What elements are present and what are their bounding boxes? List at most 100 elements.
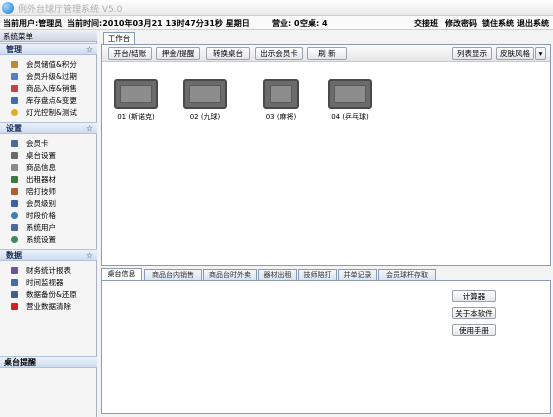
menu-item-table-settings[interactable]: 桌台设置 — [0, 150, 97, 161]
menu-item-system-settings[interactable]: 系统设置 — [0, 234, 97, 245]
menu-item-label: 出租器材 — [26, 175, 56, 184]
calculator-button[interactable]: 计算器 — [452, 290, 496, 302]
collapse-icon[interactable]: ☆ — [86, 44, 93, 55]
exit-system-link[interactable]: 退出系统 — [517, 18, 549, 29]
menu-item-member-upgrade[interactable]: 会员升级&过期 — [0, 71, 97, 82]
menu-item-label: 会员储值&积分 — [26, 60, 77, 69]
bottom-tabs: 桌台信息 商品台内销售 商品台时外卖 器材出租 技师陪打 并单记录 会员球杆存取 — [101, 268, 551, 280]
menu-item-label: 系统用户 — [26, 223, 56, 232]
menu-item-backup[interactable]: 数据备份&还原 — [0, 289, 97, 300]
chart-icon — [11, 97, 18, 104]
table-icon — [11, 152, 18, 159]
table-card-01[interactable]: 01 (斯诺克) — [112, 79, 160, 129]
backup-icon — [11, 291, 18, 298]
tab-table-info[interactable]: 桌台信息 — [101, 268, 142, 280]
skin-button[interactable]: 皮肤风格 — [496, 47, 534, 60]
billiard-table-icon — [114, 79, 158, 109]
about-button[interactable]: 关于本软件 — [452, 307, 496, 319]
tab-takeout-sales[interactable]: 商品台时外卖 — [203, 269, 257, 280]
menu-item-member-recharge[interactable]: 会员储值&积分 — [0, 59, 97, 70]
table-reminder-header: 桌台提醒 — [0, 356, 97, 368]
table-card-03[interactable]: 03 (麻将) — [257, 79, 305, 129]
menu-item-time-monitor[interactable]: 时间监视器 — [0, 277, 97, 288]
sell-card-button[interactable]: 出示会员卡 — [255, 47, 303, 60]
menu-item-label: 灯光控制&测试 — [26, 108, 77, 117]
menu-item-light-control[interactable]: 灯光控制&测试 — [0, 107, 97, 118]
menu-item-label: 时间监视器 — [26, 278, 64, 287]
table-card-04[interactable]: 04 (乒乓球) — [326, 79, 374, 129]
section-manage-header[interactable]: 管理 ☆ — [0, 43, 97, 55]
coin-icon — [11, 61, 18, 68]
tab-workspace[interactable]: 工作台 — [103, 32, 135, 44]
table-label: 03 (麻将) — [265, 113, 297, 121]
refresh-button[interactable]: 刷 新 — [307, 47, 347, 60]
pingpong-table-icon — [328, 79, 372, 109]
menu-item-system-users[interactable]: 系统用户 — [0, 222, 97, 233]
workspace-panel: 开台/结账 押金/提醒 转换桌台 出示会员卡 刷 新 列表显示 皮肤风格 ▾ 0… — [101, 44, 551, 266]
manual-button[interactable]: 使用手册 — [452, 324, 496, 336]
section-settings-label: 设置 — [6, 124, 22, 133]
menu-item-label: 财务统计报表 — [26, 266, 71, 275]
report-icon — [11, 267, 18, 274]
menu-item-coach[interactable]: 陪打技师 — [0, 186, 97, 197]
menu-item-label: 陪打技师 — [26, 187, 56, 196]
menu-item-label: 商品信息 — [26, 163, 56, 172]
menu-item-inventory[interactable]: 库存盘点&变更 — [0, 95, 97, 106]
goods-icon — [11, 164, 18, 171]
change-password-link[interactable]: 修改密码 — [445, 18, 477, 29]
lock-system-link[interactable]: 锁住系统 — [482, 18, 514, 29]
deposit-button[interactable]: 押金/提醒 — [156, 47, 200, 60]
menu-item-rental[interactable]: 出租器材 — [0, 174, 97, 185]
shift-change-link[interactable]: 交接班 — [414, 18, 438, 29]
status-bar: 当前用户:管理员 当前时间:2010年03月21 13时47分31秒 星期日 营… — [0, 16, 553, 30]
main-area: 工作台 开台/结账 押金/提醒 转换桌台 出示会员卡 刷 新 列表显示 皮肤风格… — [99, 31, 553, 417]
tab-equipment-rental[interactable]: 器材出租 — [258, 269, 297, 280]
section-data-header[interactable]: 数据 ☆ — [0, 249, 97, 261]
idle-count: 空桌: 4 — [300, 19, 328, 28]
list-view-button[interactable]: 列表显示 — [452, 47, 492, 60]
tab-merge-records[interactable]: 并单记录 — [338, 269, 377, 280]
table-label: 02 (九球) — [189, 113, 221, 121]
skin-dropdown-chevron-icon[interactable]: ▾ — [535, 47, 546, 60]
member-card-icon — [11, 140, 18, 147]
open-close-button[interactable]: 开台/结账 — [108, 47, 152, 60]
menu-item-member-level[interactable]: 会员级别 — [0, 198, 97, 209]
menu-item-goods-stock[interactable]: 商品入库&销售 — [0, 83, 97, 94]
table-info-panel: 计算器 关于本软件 使用手册 — [101, 280, 551, 414]
menu-item-member-card[interactable]: 会员卡 — [0, 138, 97, 149]
menu-item-label: 数据备份&还原 — [26, 290, 77, 299]
menu-item-goods-info[interactable]: 商品信息 — [0, 162, 97, 173]
table-reminder-title: 桌台提醒 — [4, 358, 36, 367]
app-logo-icon — [2, 2, 14, 14]
menu-item-label: 营业数据清除 — [26, 302, 71, 311]
sidebar: 系统菜单 管理 ☆ 会员储值&积分 会员升级&过期 商品入库&销售 库存盘点&变… — [0, 31, 97, 417]
menu-item-time-price[interactable]: 时段价格 — [0, 210, 97, 221]
menu-item-label: 会员级别 — [26, 199, 56, 208]
cue-icon — [11, 176, 18, 183]
tab-cue-storage[interactable]: 会员球杆存取 — [378, 269, 436, 280]
collapse-icon[interactable]: ☆ — [86, 123, 93, 134]
billiard-table-icon — [183, 79, 227, 109]
table-label: 04 (乒乓球) — [331, 113, 369, 121]
bulb-icon — [11, 109, 18, 116]
menu-item-label: 商品入库&销售 — [26, 84, 77, 93]
tables-area: 01 (斯诺克) 02 (九球) 03 (麻将) 04 (乒乓球) — [102, 63, 550, 265]
table-card-02[interactable]: 02 (九球) — [181, 79, 229, 129]
tab-coach-play[interactable]: 技师陪打 — [298, 269, 337, 280]
business-count: 营业: 0 — [272, 19, 300, 28]
switch-table-button[interactable]: 转换桌台 — [206, 47, 250, 60]
collapse-icon[interactable]: ☆ — [86, 250, 93, 261]
menu-item-finance-report[interactable]: 财务统计报表 — [0, 265, 97, 276]
current-time: 当前时间:2010年03月21 13时47分31秒 星期日 — [67, 19, 250, 28]
menu-item-label: 会员升级&过期 — [26, 72, 77, 81]
section-settings-header[interactable]: 设置 ☆ — [0, 122, 97, 134]
tab-in-table-sales[interactable]: 商品台内销售 — [144, 269, 202, 280]
menu-item-label: 系统设置 — [26, 235, 56, 244]
bottom-panel: 桌台信息 商品台内销售 商品台时外卖 器材出租 技师陪打 并单记录 会员球杆存取… — [101, 268, 551, 415]
menu-item-clear-data[interactable]: 营业数据清除 — [0, 301, 97, 312]
menu-item-label: 桌台设置 — [26, 151, 56, 160]
box-icon — [11, 85, 18, 92]
window-title: 例外台球厅管理系统 V5.0 — [18, 5, 123, 15]
clock-icon — [11, 212, 18, 219]
sidebar-title: 系统菜单 — [0, 31, 97, 42]
